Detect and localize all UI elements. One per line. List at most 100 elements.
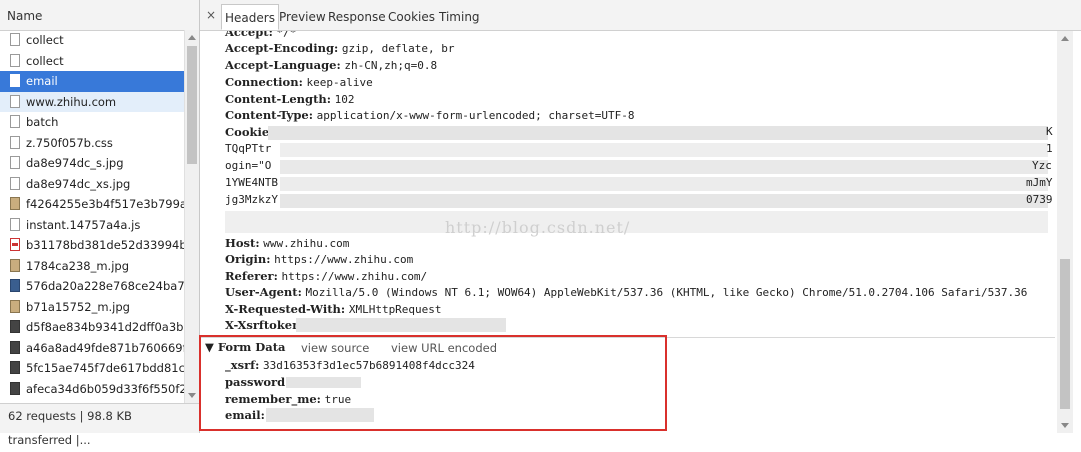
redacted-cookie-block — [280, 143, 1048, 157]
network-summary-status: 62 requests | 98.8 KB transferred |... — [0, 403, 199, 447]
request-list-item[interactable]: www.zhihu.com — [0, 91, 184, 112]
request-list-item[interactable]: d5f8ae834b9341d2dff0a3ba... — [0, 317, 184, 338]
request-name: 1784ca238_m.jpg — [26, 258, 129, 273]
request-list-item[interactable]: da8e974dc_s.jpg — [0, 153, 184, 174]
redacted-cookie-block — [280, 194, 1048, 208]
tab-preview[interactable]: Preview — [279, 4, 326, 30]
header-key: Referer: — [225, 269, 278, 283]
request-name: z.750f057b.css — [26, 135, 113, 150]
request-list-item[interactable]: b31178bd381de52d33994b1... — [0, 235, 184, 256]
redacted-cookie-block — [225, 211, 1048, 233]
tab-timing[interactable]: Timing — [439, 4, 480, 30]
request-name: b31178bd381de52d33994b1... — [26, 238, 184, 252]
request-name: da8e974dc_s.jpg — [26, 156, 124, 170]
request-list-item[interactable]: f4264255e3b4f517e3b799a3... — [0, 194, 184, 215]
request-list-item[interactable]: instant.14757a4a.js — [0, 215, 184, 236]
image-icon — [10, 299, 20, 313]
header-host: Host: www.zhihu.com — [225, 236, 349, 250]
header-value: application/x-www-form-urlencoded; chars… — [316, 109, 635, 122]
header-key: Content-Type: — [225, 108, 313, 122]
page-icon — [10, 53, 20, 67]
request-list-item[interactable]: 5fc15ae745f7de617bdd81cb... — [0, 358, 184, 379]
header-value: XMLHttpRequest — [348, 303, 442, 316]
request-name: 5fc15ae745f7de617bdd81cb... — [26, 361, 184, 375]
details-tab-bar: × Headers Preview Response Cookies Timin… — [200, 0, 1081, 31]
header-key: User-Agent: — [225, 285, 302, 299]
request-name: da8e974dc_xs.jpg — [26, 176, 131, 191]
request-name: instant.14757a4a.js — [26, 217, 141, 232]
header-key: Connection: — [225, 75, 303, 89]
scroll-up-icon[interactable] — [188, 35, 196, 40]
header-connection: Connection: keep-alive — [225, 75, 373, 89]
request-list-item[interactable]: 1784ca238_m.jpg — [0, 256, 184, 277]
scroll-down-icon[interactable] — [1061, 423, 1069, 428]
page-icon — [10, 74, 20, 87]
header-value: */* — [276, 31, 297, 39]
header-value: zh-CN,zh;q=0.8 — [344, 59, 438, 72]
header-value: 102 — [334, 93, 355, 106]
header-x-requested-with: X-Requested-With: XMLHttpRequest — [225, 302, 442, 316]
cookie-line: TQqPTtr — [225, 142, 272, 155]
header-user-agent: User-Agent: Mozilla/5.0 (Windows NT 6.1;… — [225, 285, 1027, 299]
request-list-item[interactable]: email — [0, 71, 184, 92]
page-icon — [10, 156, 20, 169]
header-key: Accept-Encoding: — [225, 41, 339, 55]
header-key: X-Requested-With: — [225, 302, 346, 316]
header-value: Mozilla/5.0 (Windows NT 6.1; WOW64) Appl… — [305, 286, 1028, 299]
blue-image-icon — [10, 279, 20, 292]
header-accept-language: Accept-Language: zh-CN,zh;q=0.8 — [225, 58, 437, 72]
request-list-item[interactable]: a46a8ad49fde871b760669ff... — [0, 338, 184, 359]
name-column-header[interactable]: Name — [0, 0, 199, 31]
tab-cookies[interactable]: Cookies — [388, 4, 435, 30]
request-list-item[interactable]: 576da20a228e768ce24ba7f5... — [0, 276, 184, 297]
request-list-item[interactable]: collect — [0, 30, 184, 51]
header-key: Accept: — [225, 31, 273, 39]
image-icon — [10, 258, 20, 272]
request-list-item[interactable]: collect — [0, 51, 184, 72]
script-file-icon — [10, 217, 20, 231]
details-scrollbar[interactable] — [1057, 31, 1073, 433]
redacted-cookie-block — [280, 177, 1048, 191]
page-icon — [10, 94, 20, 108]
header-value: gzip, deflate, br — [341, 42, 455, 55]
request-name: afeca34d6b059d33f6f550f2e... — [26, 381, 184, 396]
dark-image-icon — [10, 381, 20, 395]
close-icon[interactable]: × — [206, 8, 216, 22]
header-value: https://www.zhihu.com — [274, 253, 414, 266]
request-name: 576da20a228e768ce24ba7f5... — [26, 279, 184, 293]
header-key: Host: — [225, 236, 260, 250]
cookie-tail: K — [1046, 125, 1053, 138]
header-key: Origin: — [225, 252, 271, 266]
cookie-tail: 1 — [1046, 142, 1053, 155]
form-data-highlight-box — [199, 335, 667, 431]
request-list-item[interactable]: b71a15752_m.jpg — [0, 297, 184, 318]
cookie-tail: Yzc — [1032, 159, 1052, 172]
request-name: b71a15752_m.jpg — [26, 299, 130, 314]
request-list: collect collect email www.zhihu.com batch z.7… — [0, 30, 184, 403]
request-list-item[interactable]: afeca34d6b059d33f6f550f2e... — [0, 379, 184, 400]
dark-image-icon — [10, 361, 20, 374]
request-list-scrollbar[interactable] — [184, 30, 199, 403]
header-x-xsrftoken: X-Xsrftoken: — [225, 318, 305, 332]
header-content-length: Content-Length: 102 — [225, 92, 355, 106]
scroll-up-icon[interactable] — [1061, 36, 1069, 41]
header-accept: Accept: */* — [225, 31, 296, 39]
request-list-item[interactable]: z.750f057b.css — [0, 133, 184, 154]
tab-response[interactable]: Response — [328, 4, 386, 30]
redacted-cookie-block — [268, 126, 1048, 140]
page-icon — [10, 115, 20, 128]
scrollbar-thumb[interactable] — [187, 46, 197, 164]
header-key: Accept-Language: — [225, 58, 341, 72]
cookie-line: 1YWE4NTB — [225, 176, 278, 189]
request-list-item[interactable]: da8e974dc_xs.jpg — [0, 174, 184, 195]
header-accept-encoding: Accept-Encoding: gzip, deflate, br — [225, 41, 454, 55]
request-name: email — [26, 74, 58, 88]
tab-headers[interactable]: Headers — [221, 4, 279, 30]
request-list-item[interactable]: batch — [0, 112, 184, 133]
request-name: collect — [26, 33, 64, 47]
scroll-down-icon[interactable] — [188, 393, 196, 398]
cookie-tail: mJmY — [1026, 176, 1053, 189]
request-name: a46a8ad49fde871b760669ff... — [26, 340, 184, 355]
request-name: d5f8ae834b9341d2dff0a3ba... — [26, 320, 184, 334]
scrollbar-thumb[interactable] — [1060, 259, 1070, 409]
